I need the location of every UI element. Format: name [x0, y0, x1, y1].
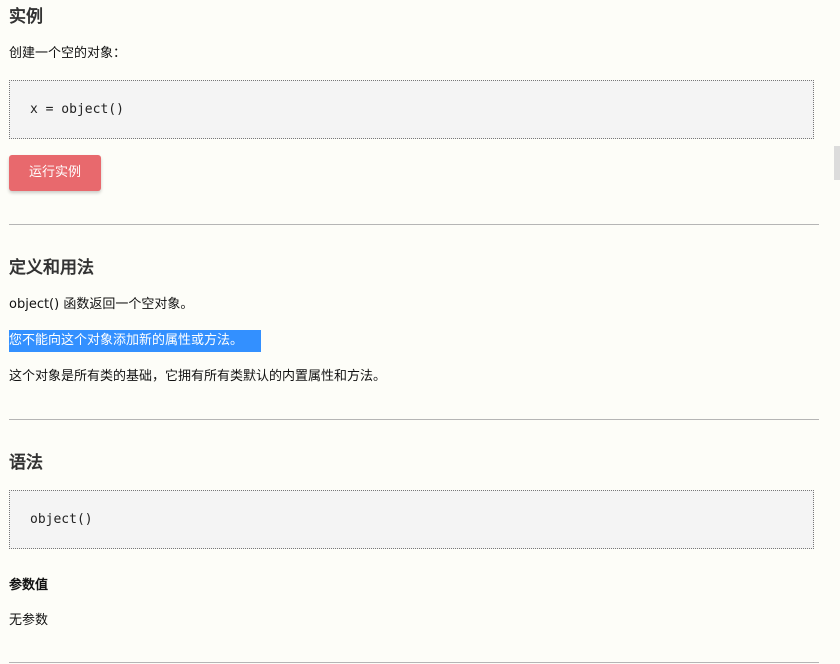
- definition-text-3: 这个对象是所有类的基础，它拥有所有类默认的内置属性和方法。: [9, 369, 387, 384]
- syntax-heading: 语法: [9, 453, 43, 473]
- selected-text: 您不能向这个对象添加新的属性或方法。: [9, 330, 261, 352]
- syntax-code: object(): [30, 512, 93, 527]
- divider: [9, 662, 819, 663]
- page: 实例 创建一个空的对象： x = object() 运行实例 定义和用法 obj…: [0, 0, 840, 664]
- params-heading: 参数值: [9, 578, 49, 593]
- scrollbar[interactable]: [834, 0, 840, 664]
- definition-text-1: object() 函数返回一个空对象。: [9, 297, 194, 312]
- divider: [9, 419, 819, 420]
- example-description: 创建一个空的对象：: [9, 46, 127, 61]
- params-text: 无参数: [9, 613, 49, 628]
- syntax-code-block: object(): [9, 490, 814, 549]
- run-example-button[interactable]: 运行实例: [9, 155, 101, 191]
- example-code: x = object(): [30, 102, 124, 117]
- divider: [9, 224, 819, 225]
- definition-heading: 定义和用法: [9, 258, 94, 278]
- example-code-block: x = object(): [9, 80, 814, 139]
- definition-text-2: 您不能向这个对象添加新的属性或方法。: [9, 330, 261, 352]
- scrollbar-thumb[interactable]: [834, 146, 840, 180]
- example-heading: 实例: [9, 7, 43, 27]
